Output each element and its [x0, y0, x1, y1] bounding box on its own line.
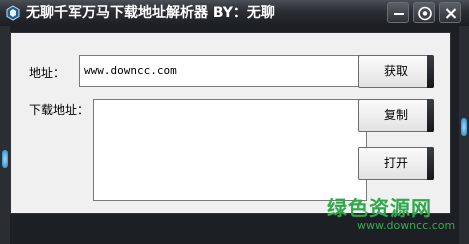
watermark-url: www.downcc.com	[357, 219, 456, 232]
minimize-icon	[394, 13, 404, 15]
watermark-title: 绿色资源网	[327, 196, 432, 220]
copy-button[interactable]: 复制	[358, 99, 434, 132]
left-frame	[0, 26, 10, 244]
window-title: 无聊千军万马下载地址解析器 BY：无聊	[26, 5, 275, 21]
address-label: 地址：	[29, 66, 66, 80]
app-window: 无聊千军万马下载地址解析器 BY：无聊 地址： www.downcc.com 获…	[0, 0, 469, 244]
open-button-label: 打开	[383, 156, 408, 170]
right-glow-indicator	[461, 118, 467, 136]
open-button[interactable]: 打开	[358, 147, 434, 180]
copy-button-label: 复制	[383, 108, 408, 122]
close-button[interactable]	[439, 2, 461, 23]
minimize-button[interactable]	[387, 2, 409, 23]
download-address-label: 下载地址：	[29, 103, 90, 117]
title-bar[interactable]: 无聊千军万马下载地址解析器 BY：无聊	[0, 0, 469, 26]
left-glow-indicator	[2, 150, 8, 168]
watermark: 绿色资源网 www.downcc.com	[327, 192, 457, 232]
close-icon	[445, 8, 457, 19]
download-address-textarea[interactable]	[93, 99, 367, 201]
settings-button[interactable]	[413, 2, 435, 23]
main-panel: 地址： www.downcc.com 获取 下载地址： 复制 打开	[10, 32, 451, 214]
fetch-button[interactable]: 获取	[358, 55, 434, 88]
address-input[interactable]: www.downcc.com	[79, 55, 367, 87]
settings-icon	[418, 6, 432, 21]
fetch-button-label: 获取	[383, 64, 408, 78]
app-icon	[5, 5, 21, 21]
